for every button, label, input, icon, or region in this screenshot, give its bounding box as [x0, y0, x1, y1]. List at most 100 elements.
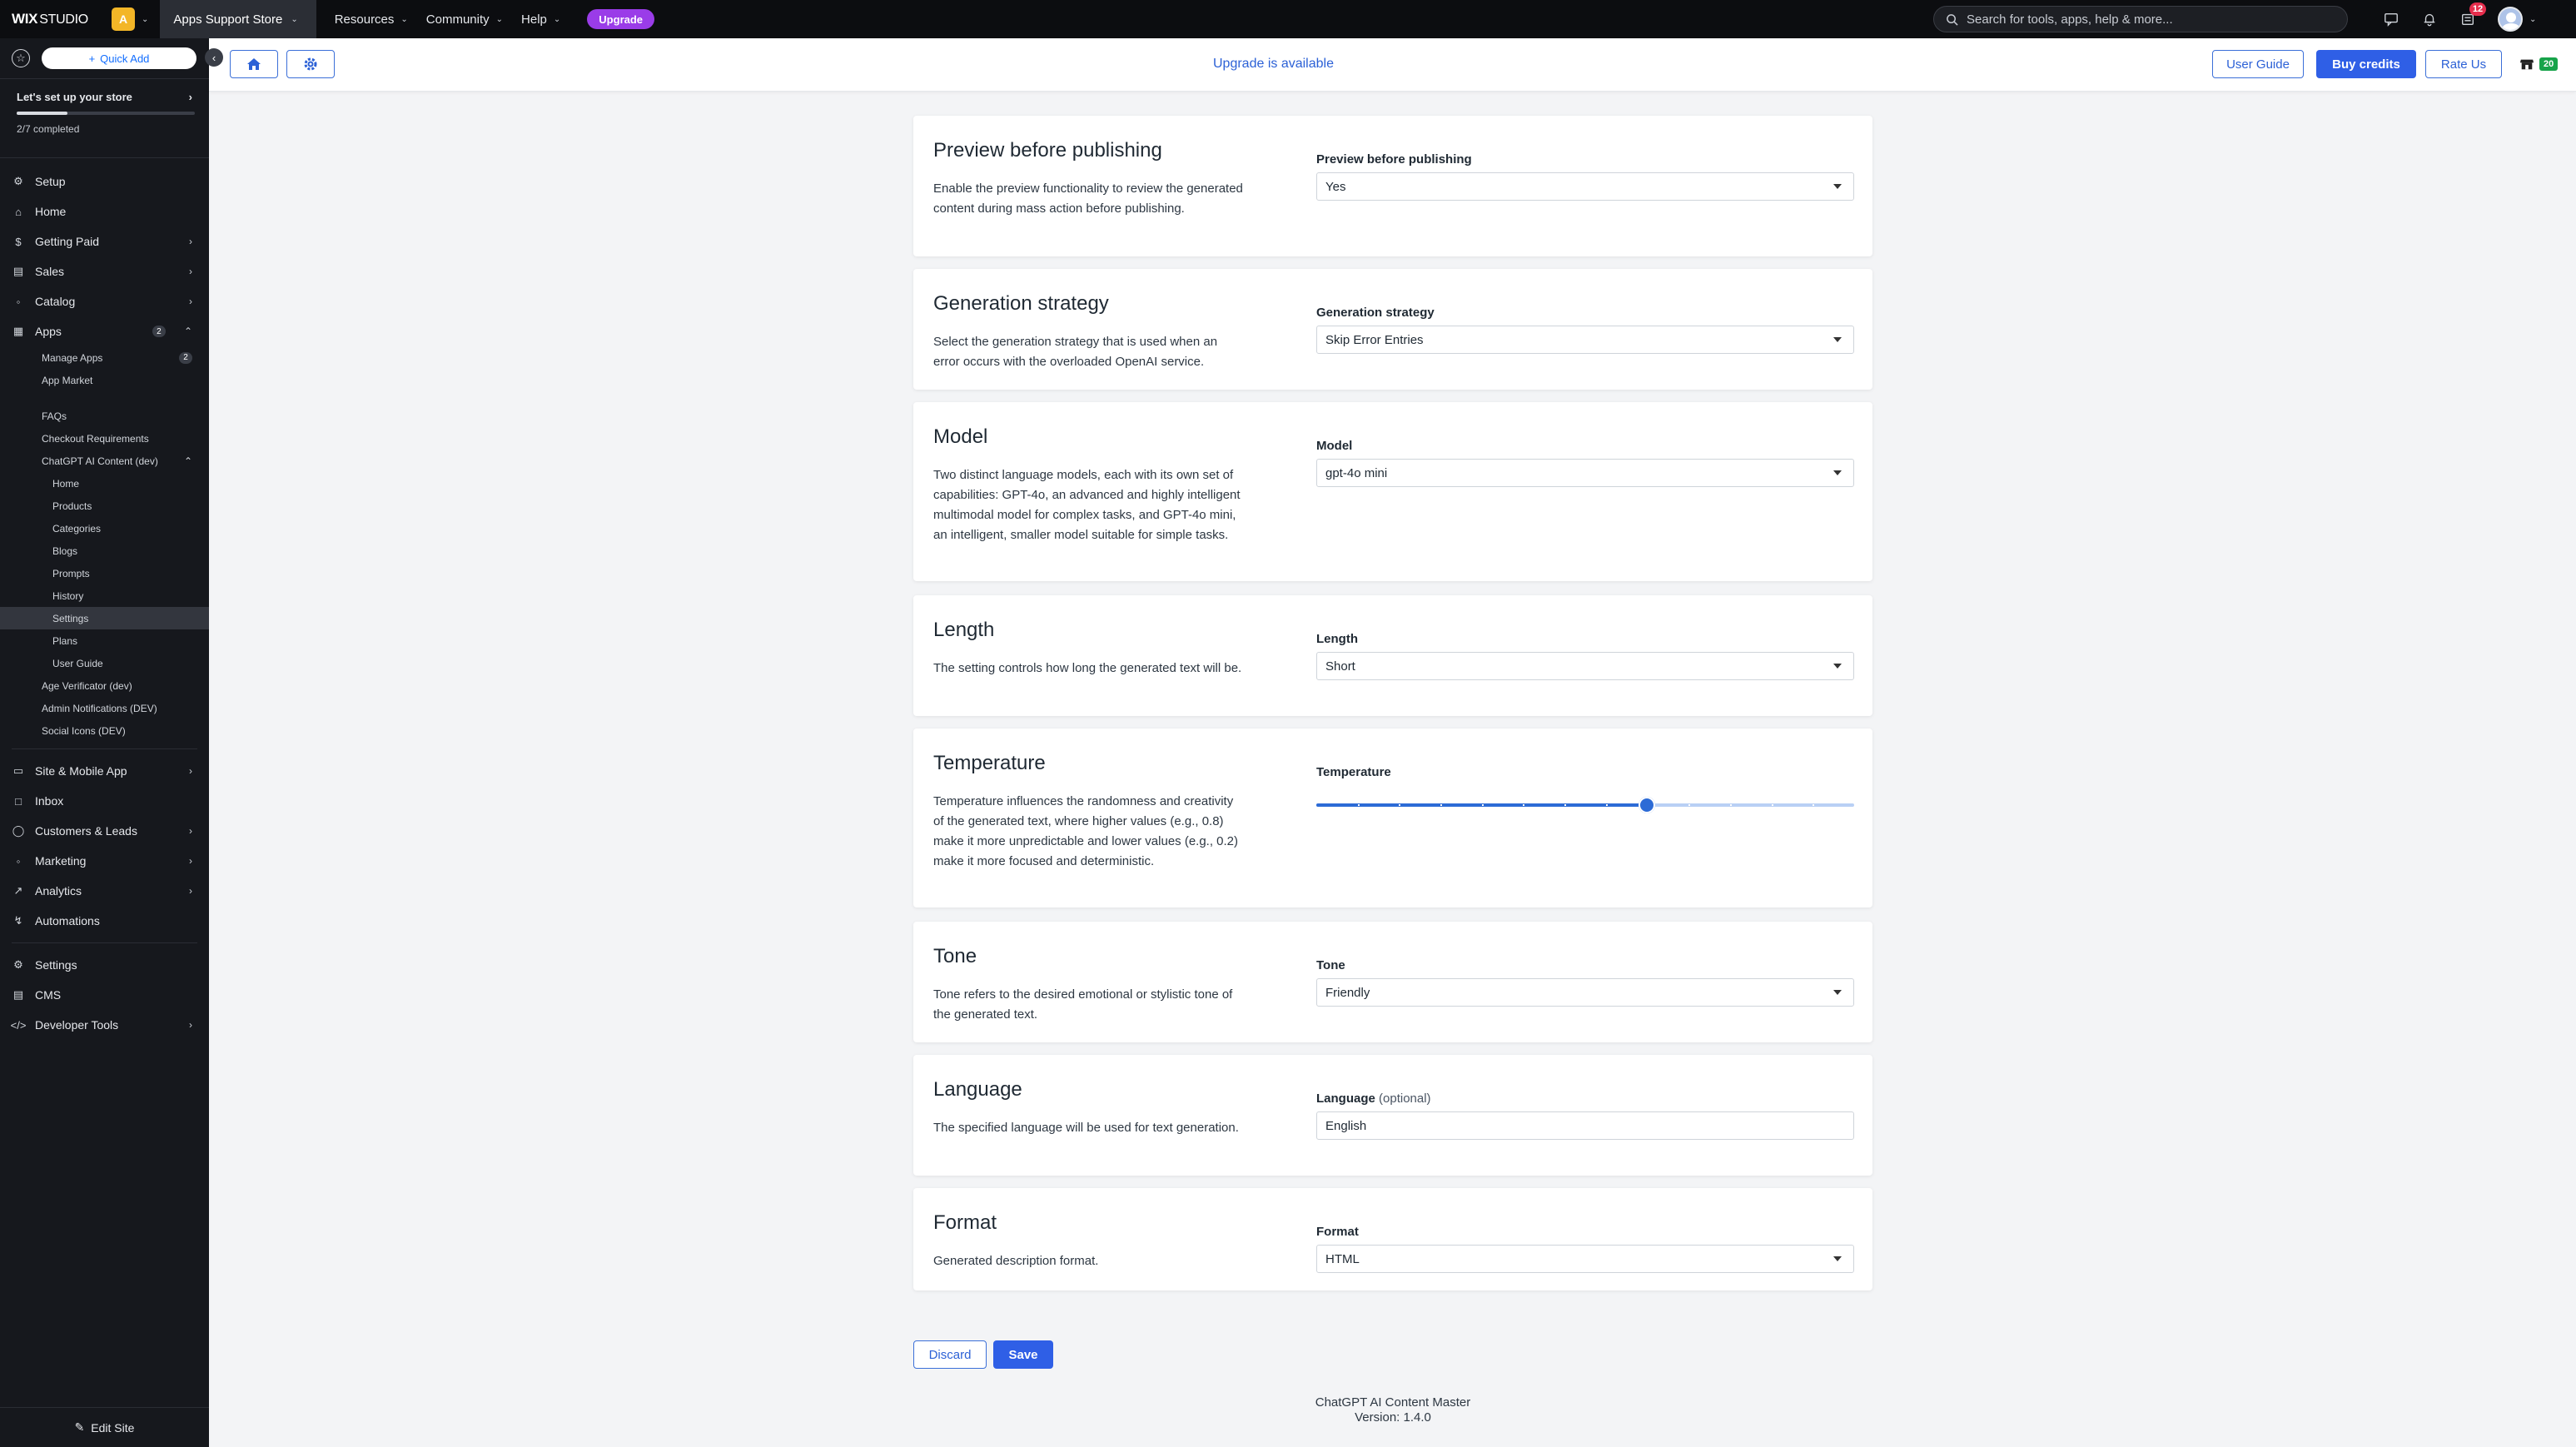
sidebar-item-marketing[interactable]: ◦ Marketing › — [0, 846, 209, 876]
sidebar-item-label: Social Icons (DEV) — [42, 724, 126, 737]
sidebar-item-developer-tools[interactable]: </> Developer Tools › — [0, 1010, 209, 1040]
buy-credits-button[interactable]: Buy credits — [2316, 50, 2416, 78]
sidebar-item-chatgpt-categories[interactable]: Categories — [0, 517, 209, 540]
sidebar-item-apps[interactable]: ▦ Apps 2 ⌃ — [0, 316, 209, 346]
card-description: Tone refers to the desired emotional or … — [933, 987, 1233, 1022]
apps-count-badge: 2 — [152, 326, 166, 337]
setup-progress-text: 2/7 completed — [17, 123, 80, 135]
upgrade-available-link[interactable]: Upgrade is available — [1213, 57, 1334, 72]
slider-tick — [1688, 804, 1691, 806]
language-input[interactable]: English — [1316, 1111, 1854, 1140]
chevron-down-icon: ⌄ — [400, 14, 408, 24]
tone-select[interactable]: Friendly — [1316, 978, 1854, 1007]
site-selector[interactable]: Apps Support Store ⌄ — [160, 0, 316, 38]
format-select[interactable]: HTML — [1316, 1245, 1854, 1273]
slider-tick — [1564, 804, 1567, 806]
search-input[interactable]: Search for tools, apps, help & more... — [1933, 6, 2348, 32]
chevron-right-icon: › — [189, 885, 192, 897]
slider-tick — [1605, 804, 1608, 806]
star-icon[interactable]: ☆ — [12, 49, 30, 67]
setup-progress-card[interactable]: Let's set up your store › 2/7 completed — [0, 78, 209, 158]
sidebar-item-manage-apps[interactable]: Manage Apps 2 — [0, 346, 209, 369]
chevron-up-icon: ⌃ — [183, 455, 192, 467]
home-button[interactable] — [230, 50, 278, 78]
sidebar-item-settings[interactable]: ⚙ Settings — [0, 950, 209, 980]
temperature-slider[interactable] — [1316, 797, 1854, 813]
sidebar-item-label: Customers & Leads — [35, 824, 137, 838]
setting-card-length: Length The setting controls how long the… — [913, 595, 1872, 716]
field-label: Preview before publishing — [1316, 152, 1472, 167]
save-button[interactable]: Save — [993, 1340, 1053, 1369]
sidebar-item-faqs[interactable]: FAQs — [0, 405, 209, 427]
rate-us-button[interactable]: Rate Us — [2425, 50, 2502, 78]
bell-icon[interactable] — [2421, 11, 2438, 27]
sidebar-item-setup[interactable]: ⚙ Setup — [0, 167, 209, 196]
wix-studio-logo[interactable]: WIX STUDIO — [0, 11, 92, 27]
sidebar-item-inbox[interactable]: □ Inbox — [0, 786, 209, 816]
sidebar-item-home[interactable]: ⌂ Home — [0, 196, 209, 226]
sidebar-item-age-verificator[interactable]: Age Verificator (dev) — [0, 674, 209, 697]
settings-button[interactable] — [286, 50, 335, 78]
user-guide-button[interactable]: User Guide — [2212, 50, 2304, 78]
sidebar-item-sales[interactable]: ▤ Sales › — [0, 256, 209, 286]
sidebar-item-site-mobile-app[interactable]: ▭ Site & Mobile App › — [0, 756, 209, 786]
sidebar-item-chatgpt-settings[interactable]: Settings — [0, 607, 209, 629]
model-select[interactable]: gpt-4o mini — [1316, 459, 1854, 487]
sidebar-item-chatgpt-products[interactable]: Products — [0, 495, 209, 517]
sidebar-item-chatgpt-plans[interactable]: Plans — [0, 629, 209, 652]
avatar[interactable] — [2498, 7, 2523, 32]
chevron-down-icon[interactable]: ⌄ — [2529, 15, 2536, 24]
site-avatar[interactable]: A — [112, 7, 135, 31]
slider-tick — [1813, 804, 1815, 806]
chevron-right-icon: › — [189, 825, 192, 837]
updates-icon[interactable]: 12 — [2459, 2, 2486, 27]
edit-site-button[interactable]: ✎ Edit Site — [0, 1407, 209, 1447]
sidebar-item-app-market[interactable]: App Market — [0, 369, 209, 391]
sidebar-item-label: Automations — [35, 914, 100, 927]
chevron-right-icon: › — [189, 765, 192, 777]
sidebar-item-catalog[interactable]: ◦ Catalog › — [0, 286, 209, 316]
chat-icon[interactable] — [2383, 11, 2399, 27]
sidebar-item-getting-paid[interactable]: $ Getting Paid › — [0, 226, 209, 256]
upgrade-button[interactable]: Upgrade — [587, 9, 655, 29]
chevron-down-icon[interactable]: ⌄ — [142, 15, 148, 24]
sidebar-item-label: App Market — [42, 374, 93, 386]
quick-add-button[interactable]: + Quick Add — [42, 47, 196, 69]
sidebar-item-social-icons[interactable]: Social Icons (DEV) — [0, 719, 209, 742]
menu-help[interactable]: Help ⌄ — [521, 12, 560, 27]
sidebar-item-label: Apps — [35, 325, 62, 338]
sidebar-item-label: Checkout Requirements — [42, 432, 149, 445]
generation-strategy-select[interactable]: Skip Error Entries — [1316, 326, 1854, 354]
sidebar-item-customers-leads[interactable]: ◯ Customers & Leads › — [0, 816, 209, 846]
sidebar-item-label: Getting Paid — [35, 235, 100, 248]
store-credits[interactable]: 20 — [2519, 57, 2559, 72]
sidebar-item-chatgpt-history[interactable]: History — [0, 584, 209, 607]
slider-thumb[interactable] — [1639, 797, 1656, 813]
sidebar-item-admin-notifications[interactable]: Admin Notifications (DEV) — [0, 697, 209, 719]
slider-tick — [1729, 804, 1732, 806]
sidebar-item-chatgpt-prompts[interactable]: Prompts — [0, 562, 209, 584]
field-label: Generation strategy — [1316, 306, 1435, 320]
sidebar-item-analytics[interactable]: ↗ Analytics › — [0, 876, 209, 906]
sidebar-item-chatgpt-ai-content[interactable]: ChatGPT AI Content (dev) ⌃ — [0, 450, 209, 472]
gear-icon — [304, 57, 317, 71]
code-icon: </> — [10, 1018, 27, 1032]
sidebar-divider — [12, 748, 197, 749]
collapse-sidebar-icon[interactable]: ‹ — [205, 48, 223, 67]
length-select[interactable]: Short — [1316, 652, 1854, 680]
setting-card-tone: Tone Tone refers to the desired emotiona… — [913, 922, 1872, 1042]
caret-down-icon — [1833, 990, 1842, 995]
sidebar-item-cms[interactable]: ▤ CMS — [0, 980, 209, 1010]
sidebar-item-checkout-requirements[interactable]: Checkout Requirements — [0, 427, 209, 450]
menu-community[interactable]: Community ⌄ — [426, 12, 503, 27]
sidebar-item-chatgpt-user-guide[interactable]: User Guide — [0, 652, 209, 674]
sidebar-item-chatgpt-blogs[interactable]: Blogs — [0, 540, 209, 562]
store-icon — [2519, 59, 2534, 70]
sidebar-item-chatgpt-home[interactable]: Home — [0, 472, 209, 495]
menu-resources[interactable]: Resources ⌄ — [335, 12, 408, 27]
card-title: Length — [933, 619, 995, 641]
preview-select[interactable]: Yes — [1316, 172, 1854, 201]
sidebar-item-automations[interactable]: ↯ Automations — [0, 906, 209, 936]
footer-app-name: ChatGPT AI Content Master — [1315, 1395, 1471, 1410]
discard-button[interactable]: Discard — [913, 1340, 987, 1369]
